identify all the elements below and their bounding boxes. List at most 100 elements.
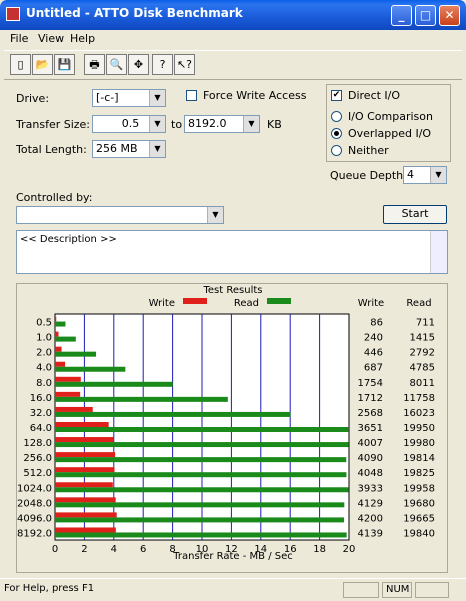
write-value-label: 4007 <box>358 438 383 449</box>
read-column-header: Read <box>406 298 431 309</box>
read-value-label: 11758 <box>403 393 435 404</box>
status-bar: For Help, press F1 NUM <box>0 578 466 601</box>
write-bar <box>55 467 115 473</box>
menu-view[interactable]: View <box>38 32 64 45</box>
write-value-label: 3933 <box>358 483 383 494</box>
y-tick-label: 512.0 <box>23 468 52 479</box>
read-value-label: 1415 <box>410 333 435 344</box>
read-value-label: 16023 <box>403 408 435 419</box>
description-textarea[interactable]: << Description >> <box>16 230 448 274</box>
read-value-label: 2792 <box>410 348 435 359</box>
y-tick-label: 64.0 <box>30 423 52 434</box>
io-comparison-label: I/O Comparison <box>348 110 433 123</box>
write-value-label: 4139 <box>358 528 383 539</box>
chevron-down-icon: ▼ <box>149 141 165 157</box>
drive-select[interactable]: [-c-] ▼ <box>92 89 166 107</box>
queue-depth-select[interactable]: 4 ▼ <box>403 166 447 184</box>
transfer-from-select[interactable]: 0.5 ▼ <box>92 115 166 133</box>
move-icon[interactable]: ✥ <box>128 54 149 75</box>
test-results-chart: Test Results Write Read Write Read Trans… <box>17 285 435 562</box>
x-tick-label: 10 <box>196 544 209 555</box>
legend-read-label: Read <box>234 298 259 309</box>
menu-file[interactable]: File <box>10 32 28 45</box>
app-icon <box>6 7 20 21</box>
write-bar <box>55 497 116 503</box>
force-write-checkbox[interactable] <box>186 90 197 101</box>
maximize-button[interactable]: □ <box>415 5 436 26</box>
read-value-label: 19665 <box>403 513 435 524</box>
write-bar <box>55 482 113 488</box>
y-tick-label: 16.0 <box>30 393 52 404</box>
write-bar <box>55 527 116 533</box>
new-icon[interactable]: ▯ <box>10 54 31 75</box>
write-value-label: 3651 <box>358 423 383 434</box>
x-tick-label: 2 <box>81 544 87 555</box>
controlled-by-select[interactable]: ▼ <box>16 206 224 224</box>
y-tick-label: 8192.0 <box>17 528 52 539</box>
transfer-from-value: 0.5 <box>121 117 140 130</box>
read-bar <box>55 396 228 402</box>
write-value-label: 4200 <box>358 513 383 524</box>
read-value-label: 19680 <box>403 498 435 509</box>
total-length-select[interactable]: 256 MB ▼ <box>92 140 166 158</box>
read-value-label: 4785 <box>410 363 435 374</box>
read-value-label: 19958 <box>403 483 435 494</box>
write-value-label: 4048 <box>358 468 383 479</box>
start-button[interactable]: Start <box>383 205 447 224</box>
close-button[interactable]: ✕ <box>439 5 460 26</box>
write-bar <box>55 437 114 443</box>
title-bar[interactable]: Untitled - ATTO Disk Benchmark _ □ ✕ <box>0 0 466 30</box>
to-label: to <box>171 118 183 131</box>
x-tick-label: 18 <box>313 544 326 555</box>
help-icon[interactable]: ? <box>152 54 173 75</box>
context-help-icon[interactable]: ↖? <box>174 54 195 75</box>
y-tick-label: 0.5 <box>36 318 52 329</box>
minimize-button[interactable]: _ <box>391 5 412 26</box>
io-comparison-radio[interactable] <box>331 111 342 122</box>
read-bar <box>55 517 345 523</box>
chevron-down-icon: ▼ <box>149 116 165 132</box>
read-bar <box>55 336 76 342</box>
write-bar <box>55 361 66 367</box>
drive-value: [-c-] <box>96 91 119 104</box>
y-tick-label: 4.0 <box>36 363 52 374</box>
overlapped-io-label: Overlapped I/O <box>348 127 432 140</box>
neither-radio[interactable] <box>331 145 342 156</box>
transfer-to-value: 8192.0 <box>188 117 227 130</box>
y-tick-label: 2.0 <box>36 348 52 359</box>
status-help-text: For Help, press F1 <box>4 583 95 594</box>
read-value-label: 19950 <box>403 423 435 434</box>
direct-io-checkbox[interactable]: ✔ <box>331 90 342 101</box>
write-bar <box>55 331 59 337</box>
write-value-label: 687 <box>364 363 383 374</box>
read-bar <box>55 487 349 493</box>
vertical-scrollbar[interactable] <box>430 231 447 273</box>
overlapped-io-radio[interactable] <box>331 128 342 139</box>
write-value-label: 1754 <box>358 378 383 389</box>
x-tick-label: 14 <box>254 544 267 555</box>
read-bar <box>55 472 347 478</box>
print-preview-icon[interactable]: 🔍 <box>106 54 127 75</box>
transfer-to-select[interactable]: 8192.0 ▼ <box>184 115 260 133</box>
save-icon[interactable]: 💾 <box>54 54 75 75</box>
status-num: NUM <box>382 582 412 598</box>
read-bar <box>55 532 347 538</box>
read-value-label: 19814 <box>403 453 435 464</box>
open-icon[interactable]: 📂 <box>32 54 53 75</box>
legend-write-label: Write <box>149 298 175 309</box>
legend-read-swatch <box>267 298 291 304</box>
y-tick-label: 2048.0 <box>17 498 52 509</box>
direct-io-label: Direct I/O <box>348 89 401 102</box>
description-text: << Description >> <box>20 234 117 245</box>
menu-bar: File View Help <box>4 30 462 48</box>
toolbar: ▯ 📂 💾 🖶 🔍 ✥ ? ↖? <box>4 50 462 80</box>
write-value-label: 2568 <box>358 408 383 419</box>
read-bar <box>55 502 345 508</box>
print-icon[interactable]: 🖶 <box>84 54 105 75</box>
test-results-group: Test Results Write Read Write Read Trans… <box>16 283 448 573</box>
read-bar <box>55 457 347 463</box>
write-value-label: 86 <box>370 318 383 329</box>
menu-help[interactable]: Help <box>70 32 95 45</box>
status-scroll <box>415 582 449 598</box>
neither-label: Neither <box>348 144 389 157</box>
